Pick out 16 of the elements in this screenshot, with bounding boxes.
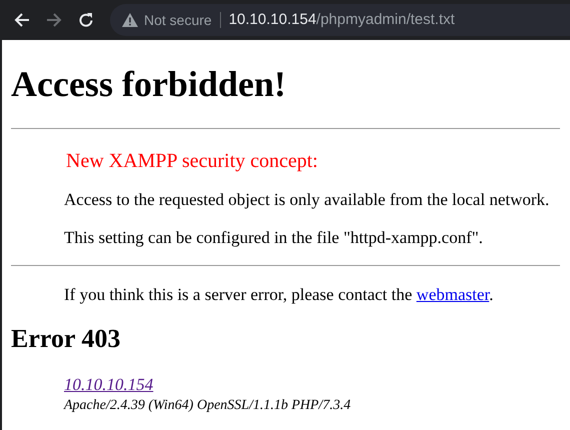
message-text: Access to the requested object is only available from the local network. [64,190,550,210]
contact-text: If you think this is a server error, please contact the webmaster. [64,285,494,305]
address-bar[interactable]: Not secure 10.10.10.154/phpmyadmin/test.txt [110,4,570,36]
host-link[interactable]: 10.10.10.154 [64,375,154,395]
server-signature: Apache/2.4.39 (Win64) OpenSSL/1.1.1b PHP/7.3.4 [64,397,352,415]
notice-heading: New XAMPP security concept: [66,149,319,173]
reload-icon [77,11,95,29]
page-heading: Access forbidden! [11,63,287,106]
url-text: 10.10.10.154/phpmyadmin/test.txt [228,10,455,30]
security-label: Not secure [144,10,212,30]
webmaster-link[interactable]: webmaster [416,285,490,304]
forward-arrow-icon [45,11,63,29]
back-arrow-icon [13,11,31,29]
message-text: This setting can be configured in the file "httpd-xampp.conf". [64,228,484,248]
warning-icon [122,13,138,27]
error-heading: Error 403 [11,323,122,355]
